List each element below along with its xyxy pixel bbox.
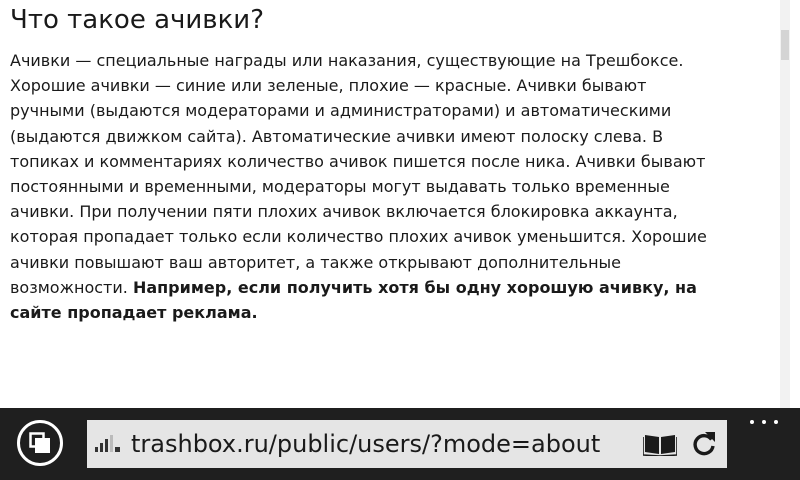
- scroll-thumb[interactable]: [781, 30, 789, 60]
- article-bold-line: сайте пропадает реклама.: [10, 303, 258, 323]
- article-line: (выдаются движком сайта). Автоматические…: [10, 126, 664, 146]
- article-body: Ачивки — специальные награды или наказан…: [10, 48, 790, 325]
- url-text[interactable]: trashbox.ru/public/users/?mode=about: [131, 427, 600, 461]
- article-line: Хорошие ачивки — синие или зеленые, плох…: [10, 76, 647, 96]
- browser-app-bar: trashbox.ru/public/users/?mode=about: [0, 408, 800, 480]
- article-bold-text: Например, если получить хотя бы одну хор…: [132, 277, 697, 297]
- tabs-button[interactable]: [17, 420, 63, 466]
- article-line: постоянными и временными, модераторы мог…: [10, 177, 670, 197]
- article-line: которая пропадает только если количество…: [10, 227, 707, 247]
- more-icon: [762, 420, 766, 424]
- article-text: возможности.: [10, 277, 133, 297]
- more-icon: [750, 420, 754, 424]
- page-content: Что такое ачивки? Ачивки — специальные н…: [0, 0, 790, 408]
- page-title: Что такое ачивки?: [10, 5, 265, 35]
- article-line: топиках и комментариях количество ачивок…: [10, 151, 706, 171]
- signal-icon: [95, 435, 120, 452]
- address-bar[interactable]: trashbox.ru/public/users/?mode=about: [87, 420, 727, 468]
- reading-view-icon[interactable]: [643, 432, 677, 456]
- article-line: ачивки. При получении пяти плохих ачивок…: [10, 202, 678, 222]
- vertical-scrollbar[interactable]: [780, 0, 790, 408]
- tabs-icon: [29, 432, 50, 453]
- article-line: ачивки повышают ваш авторитет, а также о…: [10, 252, 622, 272]
- article-line: ручными (выдаются модераторами и админис…: [10, 101, 672, 121]
- article-line: Ачивки — специальные награды или наказан…: [10, 51, 684, 70]
- article-line-mixed: возможности. Например, если получить хот…: [10, 275, 790, 300]
- refresh-icon[interactable]: [691, 430, 717, 458]
- browser-window: Что такое ачивки? Ачивки — специальные н…: [0, 0, 800, 480]
- more-button[interactable]: [748, 412, 780, 432]
- more-icon: [774, 420, 778, 424]
